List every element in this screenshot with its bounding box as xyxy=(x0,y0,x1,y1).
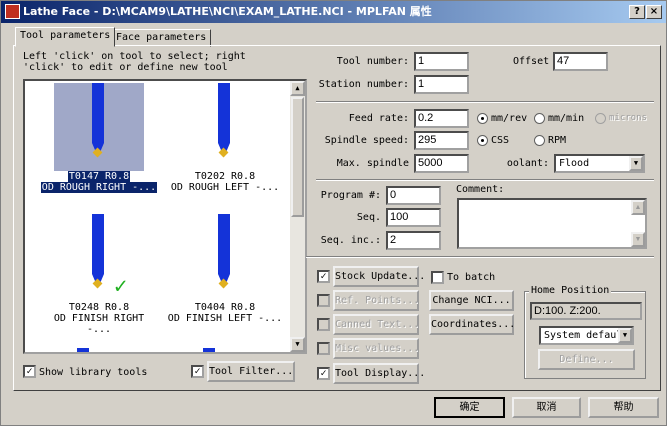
program-input[interactable]: 0 xyxy=(386,186,441,205)
coordinates-button[interactable]: Coordinates... xyxy=(429,314,515,335)
ref-points-checkbox[interactable] xyxy=(317,294,330,307)
css-radio[interactable] xyxy=(477,135,488,146)
mm-rev-label: mm/rev xyxy=(491,113,528,124)
tool-image xyxy=(54,83,144,171)
program-label: Program #: xyxy=(320,190,381,201)
home-mode-select[interactable]: System defaul ▼ xyxy=(539,326,634,345)
instruction-line-2: 'click' to edit or define new tool xyxy=(23,62,228,73)
tool-number-input[interactable]: 1 xyxy=(414,52,469,71)
seq-label: Seq. xyxy=(356,212,381,223)
tool-image: ✓ xyxy=(54,214,144,302)
ref-points-button[interactable]: Ref. Points... xyxy=(333,290,419,311)
misc-values-button[interactable]: Misc values... xyxy=(333,338,419,359)
offset-label: Offset xyxy=(513,56,550,67)
to-batch-label: To batch xyxy=(447,272,496,283)
tool-item[interactable]: ✓ T0248 R0.8 OD FINISH RIGHT -... xyxy=(39,214,159,335)
check-icon: ✓ xyxy=(114,274,128,299)
scroll-up-icon[interactable]: ▲ xyxy=(631,200,645,215)
tool-image xyxy=(180,214,270,302)
divider xyxy=(316,101,654,103)
cancel-button[interactable]: 取消 xyxy=(512,397,581,418)
tool-id: T0248 R0.8 xyxy=(68,302,130,313)
microns-radio[interactable] xyxy=(595,113,606,124)
app-icon xyxy=(5,4,20,19)
station-number-label: Station number: xyxy=(318,79,409,90)
mm-min-label: mm/min xyxy=(548,113,585,124)
tool-display-button[interactable]: Tool Display... xyxy=(333,363,425,384)
tab-tool-parameters[interactable]: Tool parameters xyxy=(15,27,116,47)
tool-display-checkbox[interactable]: ✓ xyxy=(317,367,330,380)
home-position-title: Home Position xyxy=(529,285,612,296)
show-library-checkbox[interactable]: ✓ xyxy=(23,365,36,378)
coolant-select[interactable]: Flood ▼ xyxy=(554,154,645,173)
tool-id: T0147 R0.8 xyxy=(67,171,131,182)
coolant-label: oolant: xyxy=(506,158,549,169)
css-label: CSS xyxy=(491,135,510,146)
canned-text-button[interactable]: Canned Text... xyxy=(333,314,419,335)
seq-inc-input[interactable]: 2 xyxy=(386,231,441,250)
tool-name: OD FINISH LEFT -... xyxy=(167,313,283,324)
max-spindle-label: Max. spindle xyxy=(336,158,409,169)
offset-input[interactable]: 47 xyxy=(553,52,608,71)
tool-item[interactable]: T0404 R0.8 OD FINISH LEFT -... xyxy=(165,214,285,324)
tool-filter-checkbox[interactable]: ✓ xyxy=(191,365,204,378)
spindle-speed-input[interactable]: 295 xyxy=(414,131,469,150)
ok-button[interactable]: 确定 xyxy=(434,397,505,418)
coolant-value: Flood xyxy=(559,158,590,169)
to-batch-checkbox[interactable] xyxy=(431,271,444,284)
tool-number-label: Tool number: xyxy=(336,56,409,67)
tool-name: OD ROUGH RIGHT -... xyxy=(40,182,158,193)
tool-image xyxy=(180,83,270,171)
divider xyxy=(306,256,654,258)
spindle-speed-label: Spindle speed: xyxy=(324,135,409,146)
rpm-radio[interactable] xyxy=(534,135,545,146)
chevron-down-icon[interactable]: ▼ xyxy=(629,156,643,171)
comment-textarea[interactable]: ▲ ▼ xyxy=(457,198,647,249)
change-nci-button[interactable]: Change NCI... xyxy=(429,290,514,311)
microns-label: microns xyxy=(609,113,647,123)
define-button[interactable]: Define... xyxy=(538,349,635,370)
tool-name: OD ROUGH LEFT -... xyxy=(170,182,280,193)
canned-text-checkbox[interactable] xyxy=(317,318,330,331)
seq-inc-label: Seq. inc.: xyxy=(320,235,381,246)
divider xyxy=(316,179,654,181)
help-button[interactable]: 帮助 xyxy=(588,397,659,418)
close-button[interactable]: × xyxy=(646,5,662,19)
dialog-window: Lathe Face - D:\MCAM9\LATHE\NCI\EXAM_LAT… xyxy=(0,0,667,426)
feed-rate-input[interactable]: 0.2 xyxy=(414,109,469,128)
tool-item[interactable]: T0147 R0.8 OD ROUGH RIGHT -... xyxy=(39,83,159,193)
window-title: Lathe Face - D:\MCAM9\LATHE\NCI\EXAM_LAT… xyxy=(23,5,432,18)
tool-item[interactable]: T0202 R0.8 OD ROUGH LEFT -... xyxy=(165,83,285,193)
chevron-down-icon[interactable]: ▼ xyxy=(618,328,632,343)
max-spindle-input[interactable]: 5000 xyxy=(414,154,469,173)
title-bar: Lathe Face - D:\MCAM9\LATHE\NCI\EXAM_LAT… xyxy=(1,1,666,23)
home-position-value: D:100. Z:200. xyxy=(530,302,642,320)
mm-min-radio[interactable] xyxy=(534,113,545,124)
show-library-label: Show library tools xyxy=(39,367,148,378)
help-title-button[interactable]: ? xyxy=(629,5,645,19)
tool-filter-button[interactable]: Tool Filter... xyxy=(207,361,295,382)
feed-rate-label: Feed rate: xyxy=(348,113,409,124)
instruction-line-1: Left 'click' on tool to select; right xyxy=(23,51,246,62)
stock-update-button[interactable]: Stock Update... xyxy=(333,266,425,287)
rpm-label: RPM xyxy=(548,135,567,146)
mm-rev-radio[interactable] xyxy=(477,113,488,124)
home-mode-value: System defaul xyxy=(544,330,623,341)
station-number-input[interactable]: 1 xyxy=(414,75,469,94)
seq-input[interactable]: 100 xyxy=(386,208,441,227)
tool-list[interactable]: T0147 R0.8 OD ROUGH RIGHT -... T0202 R0.… xyxy=(23,79,307,354)
tool-name: OD FINISH RIGHT -... xyxy=(53,313,145,335)
scroll-down-icon[interactable]: ▼ xyxy=(290,337,305,352)
tool-id: T0202 R0.8 xyxy=(194,171,256,182)
stock-update-checkbox[interactable]: ✓ xyxy=(317,270,330,283)
tool-id: T0404 R0.8 xyxy=(194,302,256,313)
comment-label: Comment: xyxy=(456,184,505,195)
misc-values-checkbox[interactable] xyxy=(317,342,330,355)
scroll-down-icon[interactable]: ▼ xyxy=(631,232,645,247)
